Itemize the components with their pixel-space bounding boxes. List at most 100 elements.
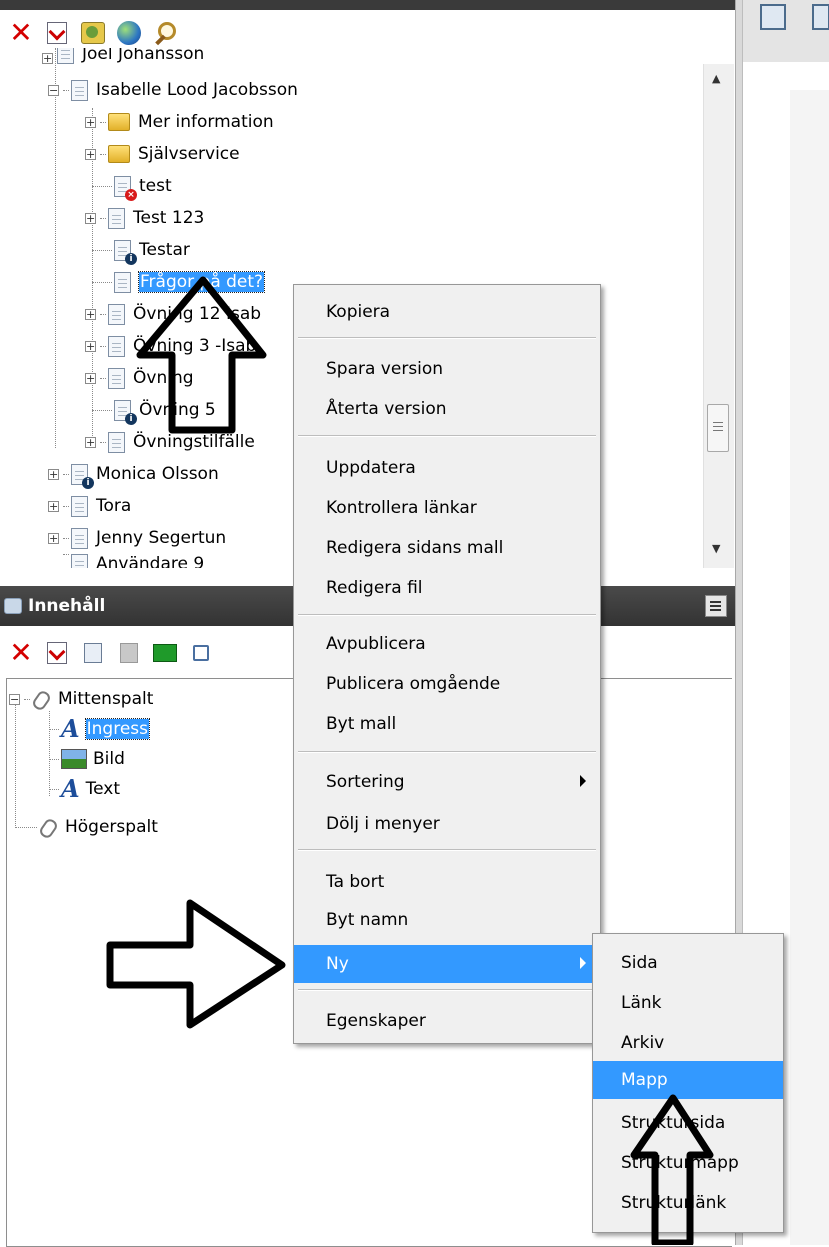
- page-icon: [71, 495, 88, 517]
- submenu-arrow-icon: [580, 775, 586, 787]
- tree-scrollbar[interactable]: ▲ ▼: [703, 64, 734, 568]
- checklist-icon[interactable]: [44, 20, 70, 46]
- content-icon: [4, 598, 22, 614]
- expand-icon[interactable]: +: [85, 372, 96, 384]
- menu-item-kontrollera-lankar[interactable]: Kontrollera länkar: [294, 489, 600, 527]
- menu-item-avpublicera[interactable]: Avpublicera: [294, 625, 600, 663]
- tree-item[interactable]: + Övning: [85, 364, 194, 392]
- menu-item-spara-version[interactable]: Spara version: [294, 350, 600, 388]
- expand-icon[interactable]: +: [85, 116, 96, 128]
- page-icon: [114, 271, 131, 293]
- menu-item-publicera-omgaende[interactable]: Publicera omgående: [294, 665, 600, 703]
- copy-icon[interactable]: [80, 640, 106, 666]
- expand-icon[interactable]: +: [48, 532, 59, 544]
- page-icon: [71, 79, 88, 101]
- image-icon: [61, 749, 87, 769]
- folder-icon: [108, 113, 130, 131]
- menu-item-redigera-fil[interactable]: Redigera fil: [294, 569, 600, 607]
- expand-icon[interactable]: +: [48, 468, 59, 480]
- tree-item[interactable]: + Mer information: [85, 108, 274, 136]
- menu-item-redigera-sidans-mall[interactable]: Redigera sidans mall: [294, 529, 600, 567]
- tree-item[interactable]: + Övningstilfälle: [85, 428, 255, 456]
- submenu-item-mapp[interactable]: Mapp: [593, 1061, 783, 1099]
- tree-item[interactable]: × test: [92, 172, 172, 201]
- paste-icon[interactable]: [116, 640, 142, 666]
- scroll-down-icon[interactable]: ▼: [712, 542, 720, 555]
- page-icon: [71, 527, 88, 549]
- tree-item[interactable]: − Isabelle Lood Jacobsson: [48, 76, 298, 104]
- submenu-item-sida[interactable]: Sida: [593, 944, 783, 982]
- page-icon: [108, 367, 125, 389]
- text-a-icon: A: [61, 714, 80, 743]
- content-item[interactable]: Bild: [49, 745, 125, 773]
- page-error-icon: ×: [114, 175, 137, 201]
- menu-item-uppdatera[interactable]: Uppdatera: [294, 449, 600, 487]
- content-item[interactable]: − Mittenspalt: [9, 685, 153, 713]
- menu-item-aterta-version[interactable]: Återta version: [294, 390, 600, 428]
- tree-item[interactable]: + Övning 12 Isab: [85, 300, 261, 328]
- tree-item[interactable]: i Övning 5: [92, 396, 216, 425]
- submenu-item-struktursida[interactable]: Struktursida: [593, 1104, 783, 1142]
- text-a-icon: A: [61, 774, 80, 803]
- editor-canvas: [790, 90, 829, 1245]
- expand-icon[interactable]: +: [85, 340, 96, 352]
- clip-icon: [32, 689, 52, 709]
- menu-item-ta-bort[interactable]: Ta bort: [294, 863, 600, 901]
- collapse-icon[interactable]: −: [9, 693, 20, 705]
- content-item-selected[interactable]: A Ingress: [49, 714, 151, 743]
- tree-item-selected[interactable]: Frågor på det?: [92, 268, 266, 296]
- menu-item-dolj-i-menyer[interactable]: Dölj i menyer: [294, 805, 600, 843]
- expand-icon[interactable]: +: [48, 500, 59, 512]
- folder-icon: [108, 145, 130, 163]
- tree-item[interactable]: + Övning 3 -Isab: [85, 332, 256, 360]
- expand-icon[interactable]: +: [85, 148, 96, 160]
- content-panel-title: Innehåll: [28, 596, 106, 616]
- tree-item[interactable]: + Test 123: [85, 204, 204, 232]
- menu-item-ny[interactable]: Ny: [294, 945, 600, 983]
- close-icon[interactable]: ✕: [8, 19, 34, 47]
- submenu-item-lank[interactable]: Länk: [593, 984, 783, 1022]
- context-menu: Kopiera Spara version Återta version Upp…: [293, 284, 601, 1044]
- submenu-item-strukturmapp[interactable]: Strukturmapp: [593, 1144, 783, 1182]
- preview-icon[interactable]: [188, 640, 214, 666]
- scroll-up-icon[interactable]: ▲: [712, 72, 720, 85]
- content-item[interactable]: A Text: [49, 775, 120, 803]
- scroll-thumb[interactable]: [707, 404, 729, 452]
- layers-icon[interactable]: [152, 640, 178, 666]
- window-icon[interactable]: [760, 4, 786, 30]
- magnifier-icon[interactable]: [152, 20, 178, 46]
- submenu-item-strukturlank[interactable]: Strukturlänk: [593, 1184, 783, 1222]
- close-icon[interactable]: ✕: [8, 639, 34, 667]
- page-icon: [108, 431, 125, 453]
- menu-item-byt-mall[interactable]: Byt mall: [294, 705, 600, 743]
- tree-item[interactable]: + Jenny Segertun: [48, 524, 226, 552]
- edit-icon[interactable]: [812, 4, 829, 30]
- map-icon[interactable]: [80, 20, 106, 46]
- page-info-icon: i: [71, 463, 94, 489]
- menu-item-kopiera[interactable]: Kopiera: [294, 293, 600, 331]
- content-item[interactable]: Högerspalt: [15, 813, 158, 841]
- tree-item[interactable]: i Testar: [92, 236, 190, 265]
- submenu-ny: Sida Länk Arkiv Mapp Struktursida Strukt…: [592, 933, 784, 1233]
- content-toolbar: ✕: [0, 632, 308, 674]
- expand-icon[interactable]: +: [85, 212, 96, 224]
- collapse-icon[interactable]: −: [48, 84, 59, 96]
- expand-icon[interactable]: +: [85, 436, 96, 448]
- menu-item-sortering[interactable]: Sortering: [294, 763, 600, 801]
- menu-item-byt-namn[interactable]: Byt namn: [294, 901, 600, 939]
- expand-icon[interactable]: +: [85, 308, 96, 320]
- checklist-icon[interactable]: [44, 640, 70, 666]
- tree-item[interactable]: +Användare 9: [48, 554, 204, 568]
- tree-item[interactable]: + i Monica Olsson: [48, 460, 219, 489]
- globe-icon[interactable]: [116, 20, 142, 46]
- right-toolbar: [740, 0, 829, 63]
- tree-item[interactable]: + Joel Johansson: [42, 48, 204, 64]
- clip-icon: [39, 817, 59, 837]
- top-dark-bar: [0, 0, 740, 10]
- tree-item[interactable]: + Tora: [48, 492, 131, 520]
- menu-item-egenskaper[interactable]: Egenskaper: [294, 1002, 600, 1040]
- panel-menu-icon[interactable]: [705, 595, 727, 617]
- tree-item[interactable]: + Självservice: [85, 140, 240, 168]
- submenu-item-arkiv[interactable]: Arkiv: [593, 1024, 783, 1062]
- page-icon: [108, 303, 125, 325]
